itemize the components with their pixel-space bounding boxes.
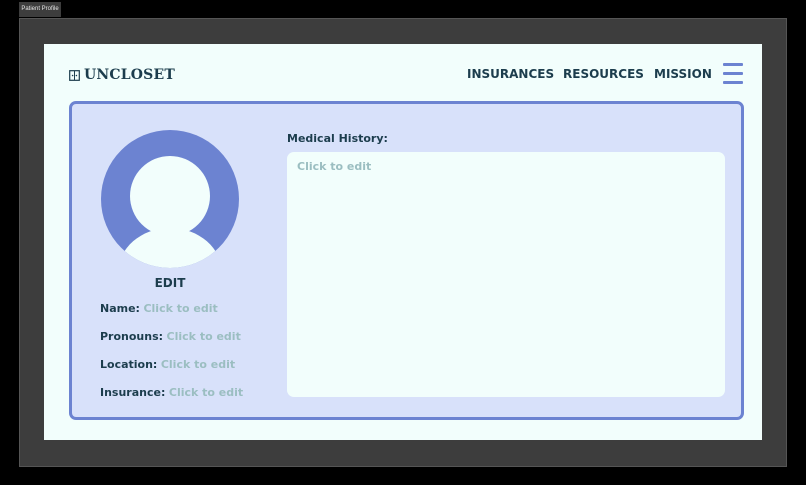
pronouns-label: Pronouns: bbox=[100, 330, 164, 343]
medical-history-placeholder: Click to edit bbox=[297, 160, 372, 173]
insurance-label: Insurance: bbox=[100, 386, 166, 399]
window-tab[interactable]: Patient Profile bbox=[19, 2, 61, 17]
insurance-value[interactable]: Click to edit bbox=[169, 386, 243, 399]
hamburger-menu-icon[interactable] bbox=[723, 63, 743, 85]
avatar bbox=[101, 130, 239, 268]
screen: Patient Profile UNCLOSET INSURANCES RESO… bbox=[0, 0, 806, 485]
page: UNCLOSET INSURANCES RESOURCES MISSION ED… bbox=[44, 44, 762, 440]
avatar-head bbox=[130, 156, 210, 236]
medical-history-label: Medical History: bbox=[287, 132, 388, 145]
pronouns-value[interactable]: Click to edit bbox=[167, 330, 241, 343]
edit-avatar-button[interactable]: EDIT bbox=[148, 276, 192, 290]
nav-resources[interactable]: RESOURCES bbox=[563, 66, 644, 82]
avatar-body bbox=[118, 228, 222, 268]
location-label: Location: bbox=[100, 358, 158, 371]
location-value[interactable]: Click to edit bbox=[161, 358, 235, 371]
name-field: Name: Click to edit bbox=[100, 302, 218, 316]
closet-icon bbox=[69, 69, 80, 81]
pronouns-field: Pronouns: Click to edit bbox=[100, 330, 241, 344]
medical-history-input[interactable]: Click to edit bbox=[287, 152, 725, 397]
site-logo[interactable]: UNCLOSET bbox=[69, 66, 175, 84]
location-field: Location: Click to edit bbox=[100, 358, 235, 372]
logo-text: UNCLOSET bbox=[84, 67, 175, 83]
insurance-field: Insurance: Click to edit bbox=[100, 386, 243, 400]
name-value[interactable]: Click to edit bbox=[143, 302, 217, 315]
profile-card: EDIT Name: Click to edit Pronouns: Click… bbox=[69, 101, 744, 420]
name-label: Name: bbox=[100, 302, 140, 315]
nav-mission[interactable]: MISSION bbox=[654, 66, 712, 82]
nav-insurances[interactable]: INSURANCES bbox=[467, 66, 554, 82]
